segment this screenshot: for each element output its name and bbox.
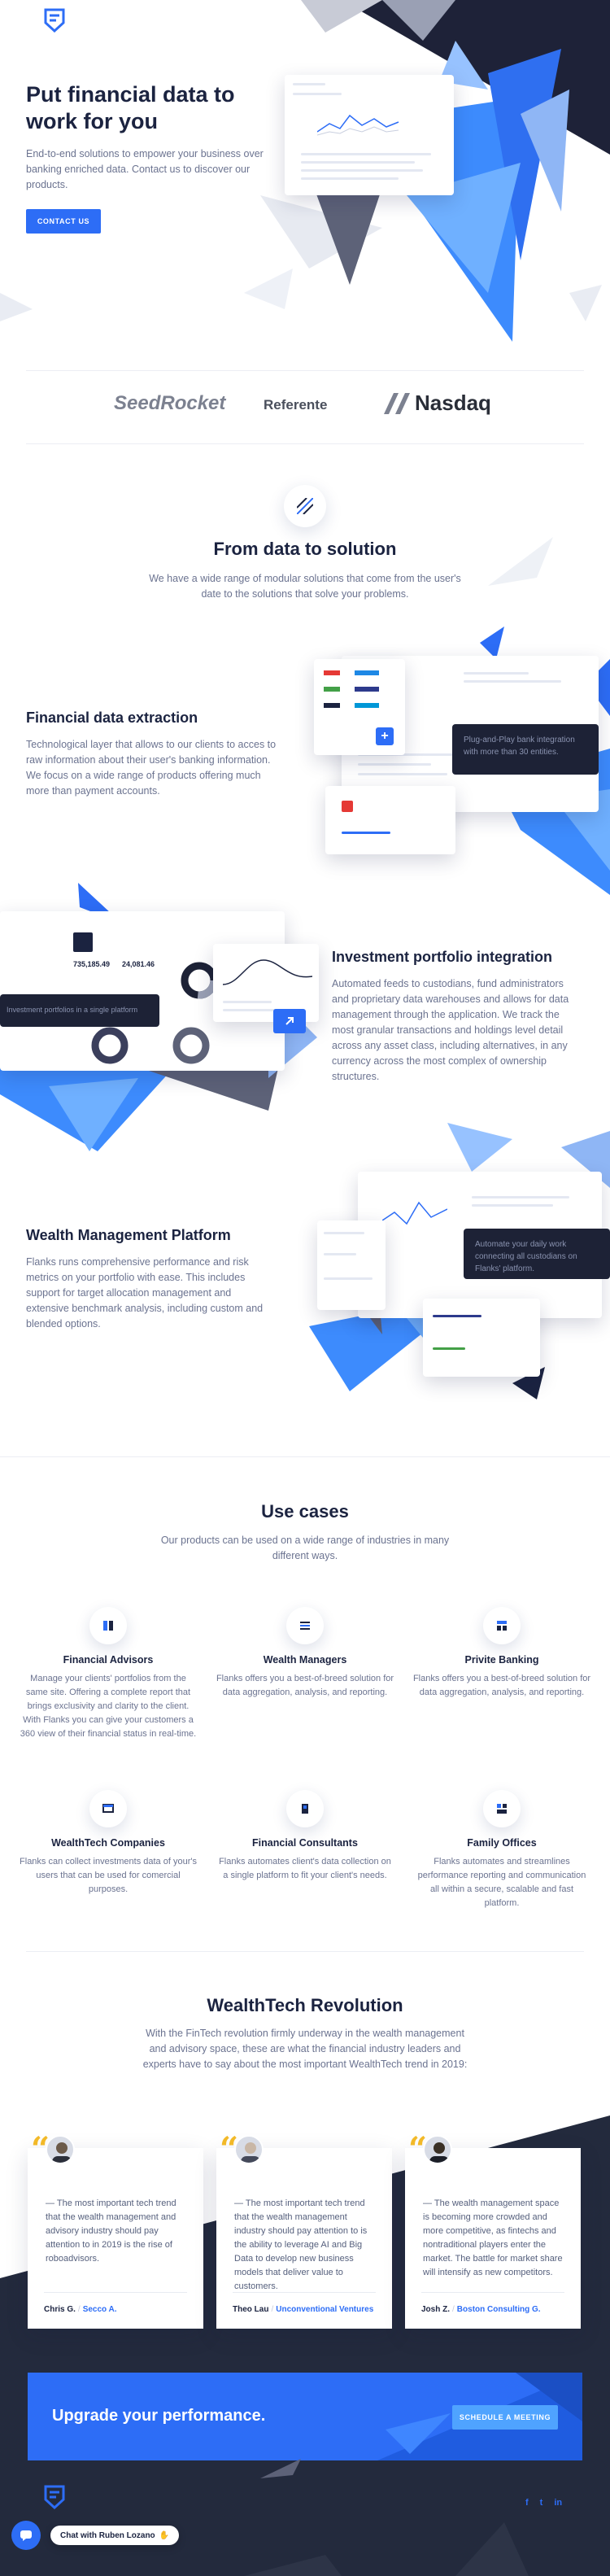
use-case-desc: Flanks automates client's data collectio… [219, 1857, 391, 1880]
solution-subtitle: We have a wide range of modular solution… [149, 573, 461, 600]
stripes-icon [297, 498, 313, 514]
use-case-desc: Flanks offers you a best-of-breed soluti… [412, 1674, 591, 1697]
portfolio-donut-2 [91, 1027, 129, 1064]
financial-consultants-icon [286, 1790, 324, 1827]
feature-extraction-login-card [325, 786, 455, 854]
use-case-private-banking: Privite Banking Flanks offers you a best… [412, 1607, 591, 1700]
contact-us-button[interactable]: CONTACT US [26, 209, 101, 234]
wave-icon: ✋ [159, 2530, 170, 2540]
avatar [423, 2135, 452, 2164]
use-case-desc: Flanks offers you a best-of-breed soluti… [216, 1674, 394, 1697]
wealthtech-companies-icon [89, 1790, 127, 1827]
revolution-title: WealthTech Revolution [207, 1995, 403, 2015]
use-case-title: Financial Consultants [252, 1837, 358, 1849]
partner-logo-seedrocket: SeedRocket [114, 392, 226, 414]
feature-wealth-title: Wealth Management Platform [26, 1227, 231, 1243]
partner-logo-referente: Referente [264, 397, 328, 413]
testimonial-quote: — The most important tech trend that the… [46, 2198, 176, 2264]
use-case-desc: Manage your clients' portfolios from the… [20, 1674, 197, 1739]
add-bank-icon: + [376, 727, 394, 745]
family-offices-icon [483, 1790, 521, 1827]
use-case-financial-consultants: Financial Consultants Flanks automates c… [216, 1790, 394, 1883]
testimonial-name: Josh Z. [421, 2305, 451, 2314]
hero-dashboard-mockup [285, 75, 454, 195]
use-case-desc: Flanks automates and streamlines perform… [417, 1857, 586, 1908]
feature-extraction-title: Financial data extraction [26, 709, 198, 726]
use-case-title: Privite Banking [464, 1654, 539, 1666]
financial-advisors-icon [89, 1607, 127, 1644]
feature-extraction-callout-text: Plug-and-Play bank integration with more… [464, 736, 575, 757]
testimonial-name: Theo Lau [233, 2305, 269, 2314]
feature-wealth-callout: Automate your daily work connecting all … [464, 1229, 610, 1279]
wealth-managers-icon [286, 1607, 324, 1644]
use-case-desc: Flanks can collect investments data of y… [20, 1857, 197, 1894]
upgrade-banner: Upgrade your performance. SCHEDULE A MEE… [28, 2373, 582, 2460]
portfolio-value-1: 735,185.49 [73, 960, 111, 968]
feature-extraction-desc: Technological layer that allows to our c… [26, 739, 277, 797]
testimonial-company[interactable]: Unconventional Ventures [276, 2305, 373, 2314]
chat-bubble-icon[interactable] [11, 2521, 41, 2550]
brand-logo-icon[interactable] [44, 8, 65, 33]
hero-subtitle: End-to-end solutions to empower your bus… [26, 148, 264, 190]
facebook-icon[interactable]: f [525, 2498, 529, 2508]
nasdaq-mark-icon [384, 392, 410, 414]
testimonial-card-1: “ — The most important tech trend that t… [28, 2130, 203, 2329]
avatar [46, 2135, 75, 2164]
feature-wealth-side-card [317, 1220, 386, 1310]
decor-triangle [488, 537, 553, 586]
decor-triangle [260, 2459, 301, 2478]
twitter-icon[interactable]: t [540, 2498, 543, 2508]
feature-wealth-list-card [423, 1299, 540, 1377]
feature-portfolio-desc: Automated feeds to custodians, fund admi… [332, 978, 569, 1082]
testimonial-card-2: “ — The most important tech trend that t… [216, 2130, 392, 2329]
partner-logo-nasdaq: Nasdaq [382, 391, 491, 416]
use-cases-subtitle: Our products can be used on a wide range… [160, 1535, 450, 1561]
feature-portfolio-callout: Investment portfolios in a single platfo… [0, 994, 159, 1027]
use-case-title: Family Offices [467, 1837, 537, 1849]
footer-logo-icon[interactable] [44, 2485, 65, 2509]
testimonial-name: Chris G. [44, 2305, 76, 2314]
hero-title: Put financial data to work for you [26, 82, 235, 133]
hero-mock-line-chart [317, 114, 399, 136]
upgrade-title: Upgrade your performance. [52, 2407, 266, 2425]
feature-portfolio-callout-text: Investment portfolios in a single platfo… [7, 1006, 138, 1014]
chat-prompt-text: Chat with Ruben Lozano [60, 2530, 155, 2540]
portfolio-donut-3 [172, 1027, 210, 1064]
use-case-title: WealthTech Companies [51, 1837, 165, 1849]
schedule-meeting-button[interactable]: SCHEDULE A MEETING [452, 2405, 558, 2430]
linkedin-icon[interactable]: in [554, 2498, 562, 2508]
portfolio-value-2: 24,081.46 [122, 960, 155, 968]
testimonial-quote: — The wealth management space is becomin… [423, 2198, 563, 2277]
use-case-title: Wealth Managers [263, 1654, 347, 1666]
use-case-wealth-managers: Wealth Managers Flanks offers you a best… [216, 1607, 394, 1700]
use-case-financial-advisors: Financial Advisors Manage your clients' … [19, 1607, 198, 1741]
testimonial-card-3: “ — The wealth management space is becom… [405, 2130, 581, 2329]
feature-wealth-callout-text: Automate your daily work connecting all … [475, 1240, 577, 1273]
portfolio-action-icon [273, 1009, 306, 1033]
portfolio-line-chart [223, 959, 312, 985]
revolution-subtitle: With the FinTech revolution firmly under… [142, 2028, 468, 2070]
feature-extraction-callout: Plug-and-Play bank integration with more… [452, 724, 599, 775]
feature-portfolio-title: Investment portfolio integration [332, 949, 553, 965]
wealth-line-chart [382, 1201, 447, 1225]
private-banking-icon [483, 1607, 521, 1644]
solution-section-icon [284, 485, 326, 527]
chat-prompt[interactable]: Chat with Ruben Lozano ✋ [50, 2526, 180, 2545]
testimonial-company[interactable]: Boston Consulting G. [457, 2305, 541, 2314]
partner-logo-nasdaq-text: Nasdaq [415, 391, 491, 415]
use-case-wealthtech-companies: WealthTech Companies Flanks can collect … [19, 1790, 198, 1897]
use-case-family-offices: Family Offices Flanks automates and stre… [412, 1790, 591, 1910]
testimonial-quote: — The most important tech trend that the… [234, 2198, 368, 2291]
use-cases-title: Use cases [261, 1501, 349, 1522]
use-case-title: Financial Advisors [63, 1654, 154, 1666]
feature-wealth-desc: Flanks runs comprehensive performance an… [26, 1256, 264, 1329]
avatar [234, 2135, 264, 2164]
testimonial-company[interactable]: Secco A. [83, 2305, 117, 2314]
feature-extraction-bank-card: + [314, 659, 405, 755]
